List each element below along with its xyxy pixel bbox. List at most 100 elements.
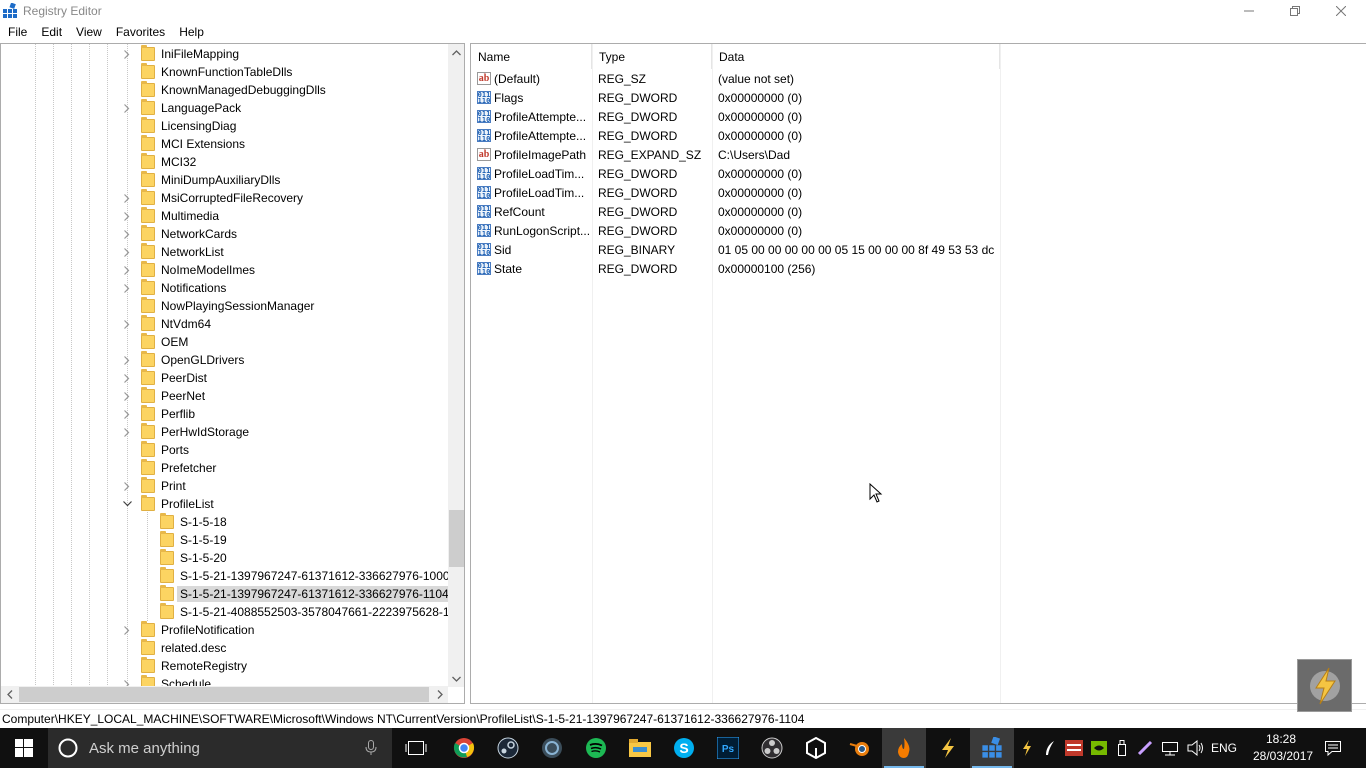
tree-item[interactable]: OEM [122, 333, 191, 351]
value-row[interactable]: 011 110 ProfileAttempte... REG_DWORD 0x00000… [471, 107, 1001, 126]
expand-chevron-icon[interactable] [122, 99, 132, 117]
expand-chevron-icon[interactable] [122, 225, 132, 243]
restore-button[interactable] [1272, 0, 1318, 22]
expand-chevron-icon[interactable] [122, 369, 132, 387]
tray-network[interactable] [1158, 728, 1182, 768]
tree-item[interactable]: NetworkCards [122, 225, 240, 243]
expand-chevron-icon[interactable] [122, 261, 132, 279]
value-row[interactable]: 011 110 Sid REG_BINARY 01 05 00 00 00 00 00 … [471, 240, 1001, 259]
tree-item[interactable]: NowPlayingSessionManager [122, 297, 317, 315]
tree-item[interactable]: Prefetcher [122, 459, 219, 477]
task-view-button[interactable] [396, 728, 436, 768]
expand-chevron-icon[interactable] [122, 279, 132, 297]
tray-volume[interactable] [1184, 728, 1208, 768]
registry-tree[interactable]: IniFileMapping KnownFunctionTableDlls Know… [0, 43, 465, 704]
column-header-type[interactable]: Type [592, 44, 712, 69]
lightning-overlay-button[interactable] [1297, 659, 1352, 712]
tray-app-2[interactable] [1040, 728, 1060, 768]
taskbar-spotify[interactable] [574, 728, 618, 768]
taskbar-fire-app[interactable] [882, 728, 926, 768]
tree-item[interactable]: RemoteRegistry [122, 657, 250, 675]
taskbar-file-explorer[interactable] [618, 728, 662, 768]
taskbar-chrome[interactable] [442, 728, 486, 768]
tree-horizontal-scrollbar[interactable] [1, 686, 448, 703]
tree-item[interactable]: MsiCorruptedFileRecovery [122, 189, 306, 207]
tree-item[interactable]: Print [122, 477, 189, 495]
value-row[interactable]: 011 110 Flags REG_DWORD 0x00000000 (0) [471, 88, 1001, 107]
taskbar-clock[interactable]: 18:28 28/03/2017 [1253, 731, 1313, 765]
tray-lightning[interactable] [1018, 728, 1036, 768]
value-row[interactable]: 011 110 ProfileLoadTim... REG_DWORD 0x000000… [471, 183, 1001, 202]
expand-chevron-icon[interactable] [122, 45, 132, 63]
taskbar-app-circle[interactable] [530, 728, 574, 768]
menu-view[interactable]: View [69, 22, 109, 43]
start-button[interactable] [0, 728, 48, 768]
tray-language[interactable]: ENG [1208, 728, 1240, 768]
cortana-search-box[interactable]: Ask me anything [48, 728, 392, 768]
value-row[interactable]: ab (Default) REG_SZ (value not set) [471, 69, 1001, 88]
tree-vertical-scroll-thumb[interactable] [449, 510, 464, 567]
tree-item[interactable]: PerHwIdStorage [122, 423, 252, 441]
menu-help[interactable]: Help [172, 22, 211, 43]
tree-item[interactable]: S-1-5-21-1397967247-61371612-336627976-1… [142, 567, 453, 585]
tree-item[interactable]: ProfileNotification [122, 621, 257, 639]
taskbar-steam[interactable] [486, 728, 530, 768]
tree-item[interactable]: Perflib [122, 405, 198, 423]
menu-favorites[interactable]: Favorites [109, 22, 172, 43]
taskbar-registry-editor[interactable] [970, 728, 1014, 768]
values-list[interactable]: Name Type Data ab (Default) REG_SZ (value n… [470, 43, 1366, 704]
expand-chevron-icon[interactable] [122, 189, 132, 207]
expand-chevron-icon[interactable] [122, 477, 132, 495]
taskbar-unity[interactable] [794, 728, 838, 768]
close-button[interactable] [1318, 0, 1364, 22]
tree-item[interactable]: PeerNet [122, 387, 208, 405]
expand-chevron-icon[interactable] [122, 315, 132, 333]
tree-item[interactable]: S-1-5-21-4088552503-3578047661-222397562… [142, 603, 464, 621]
tree-item[interactable]: Ports [122, 441, 192, 459]
tree-item[interactable]: OpenGLDrivers [122, 351, 247, 369]
tree-item[interactable]: KnownManagedDebuggingDlls [122, 81, 329, 99]
taskbar-blender[interactable] [838, 728, 882, 768]
menu-edit[interactable]: Edit [34, 22, 69, 43]
expand-chevron-icon[interactable] [122, 351, 132, 369]
tree-item[interactable]: Multimedia [122, 207, 222, 225]
tree-item[interactable]: NetworkList [122, 243, 227, 261]
value-row[interactable]: 011 110 RefCount REG_DWORD 0x00000000 (0) [471, 202, 1001, 221]
column-header-data[interactable]: Data [712, 44, 1000, 69]
tree-item[interactable]: MiniDumpAuxiliaryDlls [122, 171, 283, 189]
tree-item[interactable]: MCI32 [122, 153, 199, 171]
scroll-down-arrow-icon[interactable] [448, 670, 464, 687]
tree-horizontal-scroll-thumb[interactable] [19, 687, 429, 702]
taskbar-obs[interactable] [750, 728, 794, 768]
tree-item[interactable]: KnownFunctionTableDlls [122, 63, 295, 81]
tree-item[interactable]: PeerDist [122, 369, 210, 387]
tree-item[interactable]: related.desc [122, 639, 229, 657]
value-row[interactable]: 011 110 RunLogonScript... REG_DWORD 0x000000… [471, 221, 1001, 240]
value-row[interactable]: 011 110 ProfileAttempte... REG_DWORD 0x00000… [471, 126, 1001, 145]
column-header-name[interactable]: Name [471, 44, 592, 69]
tree-item[interactable]: NtVdm64 [122, 315, 214, 333]
tree-item[interactable]: LanguagePack [122, 99, 244, 117]
menu-file[interactable]: File [1, 22, 34, 43]
taskbar-photoshop[interactable]: Ps [706, 728, 750, 768]
value-row[interactable]: 011 110 ProfileLoadTim... REG_DWORD 0x000000… [471, 164, 1001, 183]
expand-chevron-icon[interactable] [122, 423, 132, 441]
tree-item[interactable]: S-1-5-18 [142, 513, 230, 531]
tree-item[interactable]: IniFileMapping [122, 45, 242, 63]
tree-item[interactable]: S-1-5-21-1397967247-61371612-336627976-1… [142, 585, 452, 603]
collapse-chevron-icon[interactable] [122, 495, 132, 513]
scroll-left-arrow-icon[interactable] [1, 686, 18, 703]
tray-pen[interactable] [1134, 728, 1156, 768]
tray-app-3[interactable] [1062, 728, 1086, 768]
value-row[interactable]: ab ProfileImagePath REG_EXPAND_SZ C:\Users\… [471, 145, 1001, 164]
expand-chevron-icon[interactable] [122, 405, 132, 423]
tree-item[interactable]: LicensingDiag [122, 117, 239, 135]
scroll-right-arrow-icon[interactable] [431, 686, 448, 703]
expand-chevron-icon[interactable] [122, 621, 132, 639]
value-row[interactable]: 011 110 State REG_DWORD 0x00000100 (256) [471, 259, 1001, 278]
minimize-button[interactable] [1226, 0, 1272, 22]
tree-item[interactable]: Notifications [122, 279, 229, 297]
tray-nvidia[interactable] [1088, 728, 1110, 768]
scroll-up-arrow-icon[interactable] [448, 44, 464, 61]
taskbar-lightning-app[interactable] [926, 728, 970, 768]
